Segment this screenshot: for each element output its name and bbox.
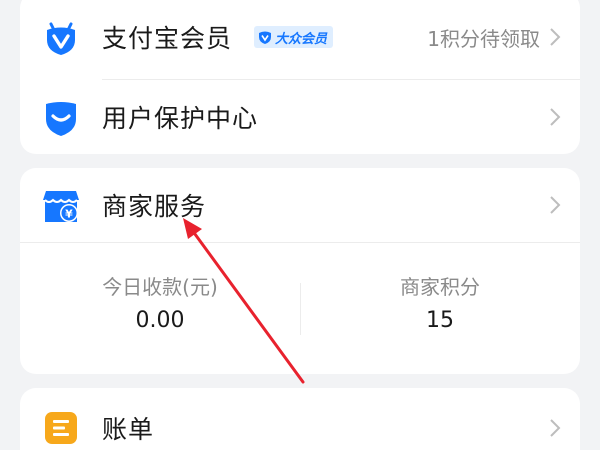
shield-icon [42,98,80,136]
bill-icon [42,409,80,447]
member-level-label: 大众会员 [275,31,328,47]
user-protection-title: 用户保护中心 [102,104,259,133]
svg-text:¥: ¥ [65,208,73,221]
bills-title: 账单 [102,415,155,444]
merchant-points-label: 商家积分 [400,275,480,299]
store-icon: ¥ [42,186,80,224]
bills-row[interactable]: 账单 [20,391,580,450]
member-level-badge: 大众会员 [254,26,334,48]
member-badge-icon [259,31,271,44]
chevron-right-icon [550,419,561,437]
merchant-points-value: 15 [426,308,454,333]
user-protection-row[interactable]: 用户保护中心 [20,80,580,154]
account-card: 支付宝会员 大众会员 1积分待领取 用户保护中心 [20,0,580,154]
chevron-right-icon [550,196,561,214]
chevron-right-icon [550,28,561,46]
today-receipts-label: 今日收款(元) [102,275,218,299]
chevron-right-icon [550,108,561,126]
points-pending-text: 1积分待领取 [427,26,540,51]
alipay-member-title: 支付宝会员 [102,24,233,53]
today-receipts-stat[interactable]: 今日收款(元) 0.00 [20,271,300,333]
bills-card: 账单 [20,388,580,450]
merchant-service-row[interactable]: ¥ 商家服务 [20,168,580,242]
merchant-stats: 今日收款(元) 0.00 商家积分 15 [20,242,580,374]
merchant-service-card: ¥ 商家服务 今日收款(元) 0.00 商家积分 15 [20,168,580,374]
merchant-service-title: 商家服务 [102,192,207,221]
alipay-member-row[interactable]: 支付宝会员 大众会员 1积分待领取 [20,0,580,74]
alipay-member-icon [42,18,80,56]
today-receipts-value: 0.00 [135,308,185,333]
merchant-points-stat[interactable]: 商家积分 15 [300,271,580,333]
